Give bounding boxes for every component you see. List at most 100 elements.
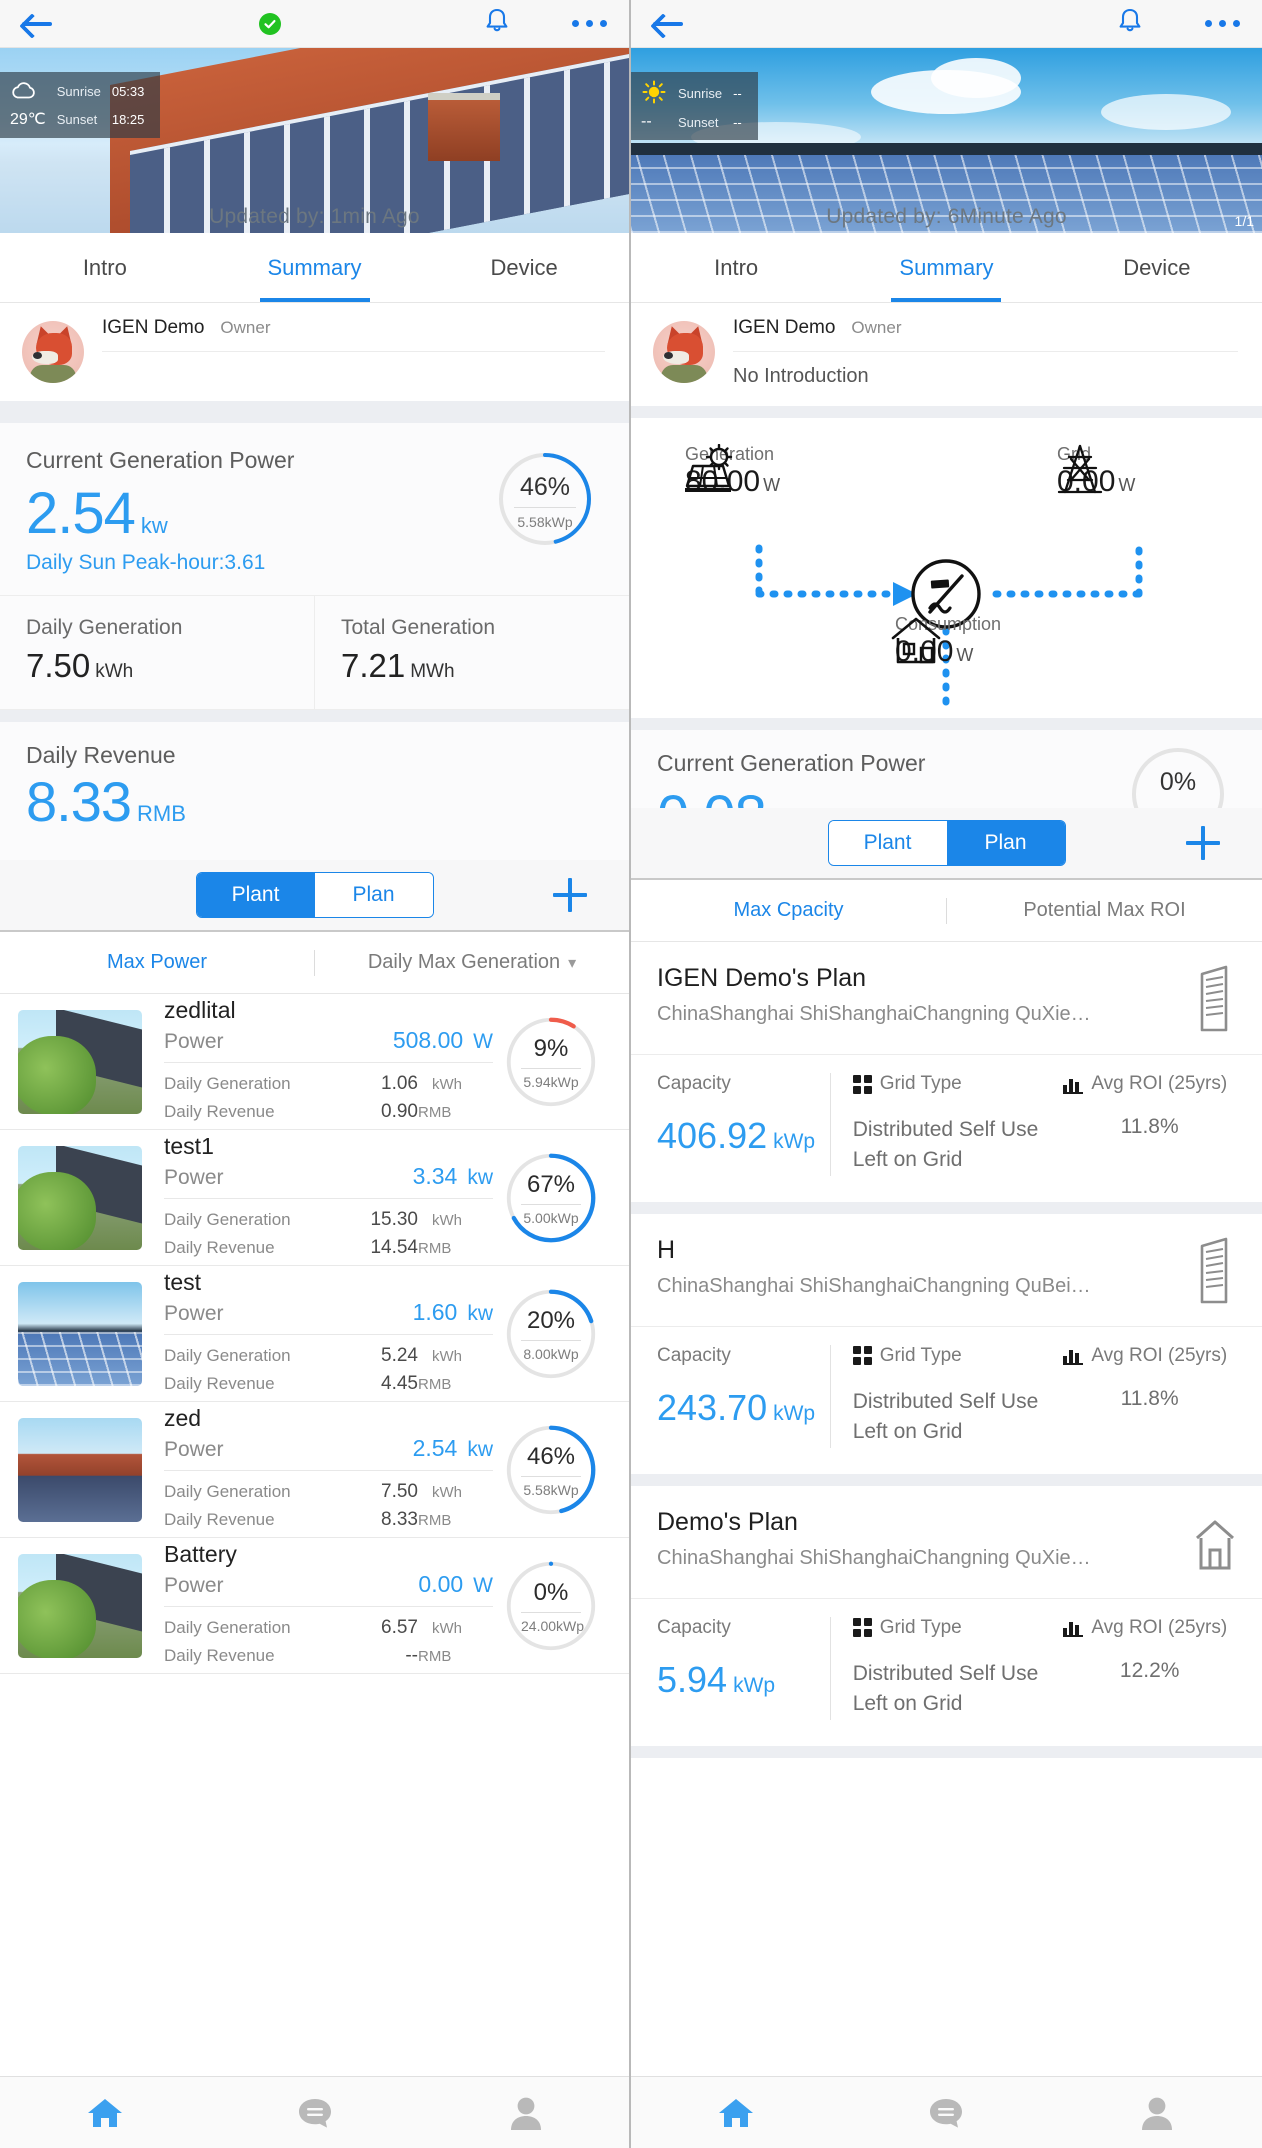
- plan-card-gap: [631, 1201, 1262, 1214]
- owner-row[interactable]: IGEN Demo Owner No Introduction: [631, 303, 1262, 406]
- plant-capacity-gauge: 67% 5.00kWp: [503, 1150, 599, 1246]
- nav-messages[interactable]: [841, 2096, 1051, 2130]
- avatar: [653, 321, 715, 383]
- plan-roi-value: 12.2%: [1119, 1658, 1180, 1682]
- plant-row[interactable]: test1 Power 3.34 kw Daily Generation 15.30 kWh…: [0, 1130, 629, 1266]
- office-building-icon: [1194, 964, 1236, 1036]
- plant-daily-revenue-label: Daily Revenue: [164, 1238, 275, 1257]
- plan-capacity-unit: kWp: [773, 1130, 816, 1153]
- plan-grid-type-value: Distributed Self Use Left on Grid: [852, 1661, 1039, 1716]
- plan-roi-label: Avg ROI (25yrs): [1091, 1073, 1228, 1094]
- plant-row[interactable]: Battery Power 0.00 W Daily Generation 6.57 kWh…: [0, 1538, 629, 1674]
- plan-capacity-unit: kWp: [773, 1401, 816, 1425]
- more-dots-icon[interactable]: [572, 20, 607, 27]
- plus-icon[interactable]: [553, 878, 587, 912]
- plant-daily-revenue-label: Daily Revenue: [164, 1646, 275, 1665]
- plant-daily-generation-value: 5.24: [381, 1345, 418, 1367]
- tab-summary[interactable]: Summary: [210, 233, 420, 302]
- tab-device[interactable]: Device: [419, 233, 629, 302]
- pylon-icon: [1057, 444, 1103, 494]
- plus-icon[interactable]: [1186, 826, 1220, 860]
- plant-gauge-percent: 0%: [533, 1578, 569, 1606]
- plant-power-unit: kw: [467, 1302, 493, 1326]
- right-tabbar: Intro Summary Device: [631, 233, 1262, 303]
- current-power-unit: kw: [140, 513, 168, 538]
- plant-list: zedlital Power 508.00 W Daily Generation 1.06…: [0, 994, 629, 1674]
- plant-row[interactable]: test Power 1.60 kw Daily Generation 5.24 kWh Da…: [0, 1266, 629, 1402]
- plant-gauge-percent: 9%: [533, 1034, 569, 1062]
- tab-intro[interactable]: Intro: [0, 233, 210, 302]
- left-phone-screen: Sunrise 05:33 29℃ Sunset 18:25 Updated b…: [0, 0, 631, 2148]
- nav-messages[interactable]: [210, 2096, 420, 2130]
- plant-daily-generation-label: Daily Generation: [164, 1074, 291, 1094]
- back-arrow-icon[interactable]: [653, 11, 687, 37]
- plan-card[interactable]: H ChinaShanghai ShiShanghaiChangning QuBe…: [631, 1213, 1262, 1486]
- total-generation-unit: MWh: [410, 661, 455, 682]
- plant-power-value: 1.60: [412, 1299, 458, 1326]
- gauge-percent: 0%: [1159, 768, 1197, 796]
- plant-power-value: 0.00: [418, 1571, 464, 1598]
- temperature-value: 29℃: [10, 111, 46, 128]
- segment-plant[interactable]: Plant: [196, 873, 315, 917]
- nav-home[interactable]: [0, 2095, 210, 2131]
- plan-capacity-label: Capacity: [657, 1073, 731, 1094]
- plant-power-value: 2.54: [412, 1435, 458, 1462]
- plant-name: test: [164, 1269, 202, 1296]
- tab-device[interactable]: Device: [1052, 233, 1262, 302]
- total-generation-block: Total Generation 7.21 MWh: [314, 596, 629, 709]
- nav-profile[interactable]: [421, 2095, 629, 2131]
- plan-card[interactable]: Demo's Plan ChinaShanghai ShiShanghaiChan…: [631, 1485, 1262, 1758]
- plant-power-label: Power: [164, 1030, 224, 1054]
- plan-card[interactable]: IGEN Demo's Plan ChinaShanghai ShiShangha…: [631, 942, 1262, 1214]
- bell-icon[interactable]: [1117, 7, 1143, 40]
- plant-power-value: 508.00: [392, 1027, 464, 1054]
- tab-intro[interactable]: Intro: [631, 233, 841, 302]
- segment-plan[interactable]: Plan: [946, 821, 1065, 865]
- owner-row[interactable]: IGEN Demo Owner: [0, 303, 629, 401]
- segment-plant[interactable]: Plant: [828, 821, 947, 865]
- cloud-icon: [10, 80, 46, 103]
- plan-title: Demo's Plan: [657, 1507, 798, 1536]
- plant-row[interactable]: zed Power 2.54 kw Daily Generation 7.50 kWh Dai…: [0, 1402, 629, 1538]
- grid-type-icon: [852, 1618, 872, 1638]
- office-building-icon: [1194, 1236, 1236, 1308]
- sort-max-power[interactable]: Max Power: [0, 951, 314, 974]
- nav-home[interactable]: [631, 2095, 841, 2131]
- plan-roi-value: 11.8%: [1120, 1115, 1179, 1138]
- sort-max-capacity[interactable]: Max Cpacity: [631, 899, 946, 922]
- plant-daily-revenue-unit: RMB: [418, 1648, 452, 1665]
- dual-screenshot-container: Sunrise 05:33 29℃ Sunset 18:25 Updated b…: [0, 0, 1262, 2148]
- plant-gauge-capacity: 5.94kWp: [521, 1067, 581, 1090]
- last-updated-text: Updated by: 1min Ago: [209, 205, 420, 228]
- sort-potential-max-roi[interactable]: Potential Max ROI: [947, 899, 1262, 922]
- segment-plan[interactable]: Plan: [314, 873, 433, 917]
- plan-roi-label: Avg ROI (25yrs): [1091, 1616, 1228, 1638]
- plant-daily-revenue-unit: RMB: [418, 1376, 452, 1393]
- plan-roi-label: Avg ROI (25yrs): [1091, 1344, 1228, 1366]
- nav-profile[interactable]: [1052, 2095, 1262, 2131]
- generation-unit: W: [763, 475, 781, 495]
- plant-capacity-gauge: 0% 24.00kWp: [503, 1558, 599, 1654]
- daily-revenue-label: Daily Revenue: [26, 742, 176, 768]
- current-generation-power-block: Current Generation Power 2.54 kw Daily Su…: [0, 423, 629, 596]
- more-dots-icon[interactable]: [1205, 20, 1240, 27]
- plant-capacity-gauge: 9% 5.94kWp: [503, 1014, 599, 1110]
- left-hero-banner[interactable]: Sunrise 05:33 29℃ Sunset 18:25 Updated b…: [0, 48, 629, 233]
- plan-title: H: [657, 1235, 676, 1264]
- right-hero-banner[interactable]: Sunrise -- -- Sunset -- Updated by: 6Min…: [631, 48, 1262, 233]
- sun-peak-hour: Daily Sun Peak-hour:3.61: [26, 551, 266, 574]
- plant-daily-revenue-unit: RMB: [418, 1240, 452, 1257]
- plant-row[interactable]: zedlital Power 508.00 W Daily Generation 1.06…: [0, 994, 629, 1130]
- plan-address: ChinaShanghai ShiShanghaiChangning QuXie…: [657, 1003, 1091, 1025]
- right-sortbar: Max Cpacity Potential Max ROI: [631, 880, 1262, 942]
- tab-summary[interactable]: Summary: [841, 233, 1051, 302]
- plant-daily-generation-unit: kWh: [432, 1484, 462, 1502]
- plant-power-label: Power: [164, 1166, 224, 1190]
- sort-daily-max-generation[interactable]: Daily Max Generation ▾: [315, 951, 629, 974]
- plan-capacity-value: 5.94: [657, 1658, 728, 1700]
- bell-icon[interactable]: [484, 7, 510, 40]
- back-arrow-icon[interactable]: [22, 11, 56, 37]
- plan-capacity-value: 243.70: [657, 1386, 768, 1428]
- plant-gauge-percent: 46%: [526, 1442, 576, 1470]
- grid-type-icon: [852, 1346, 872, 1366]
